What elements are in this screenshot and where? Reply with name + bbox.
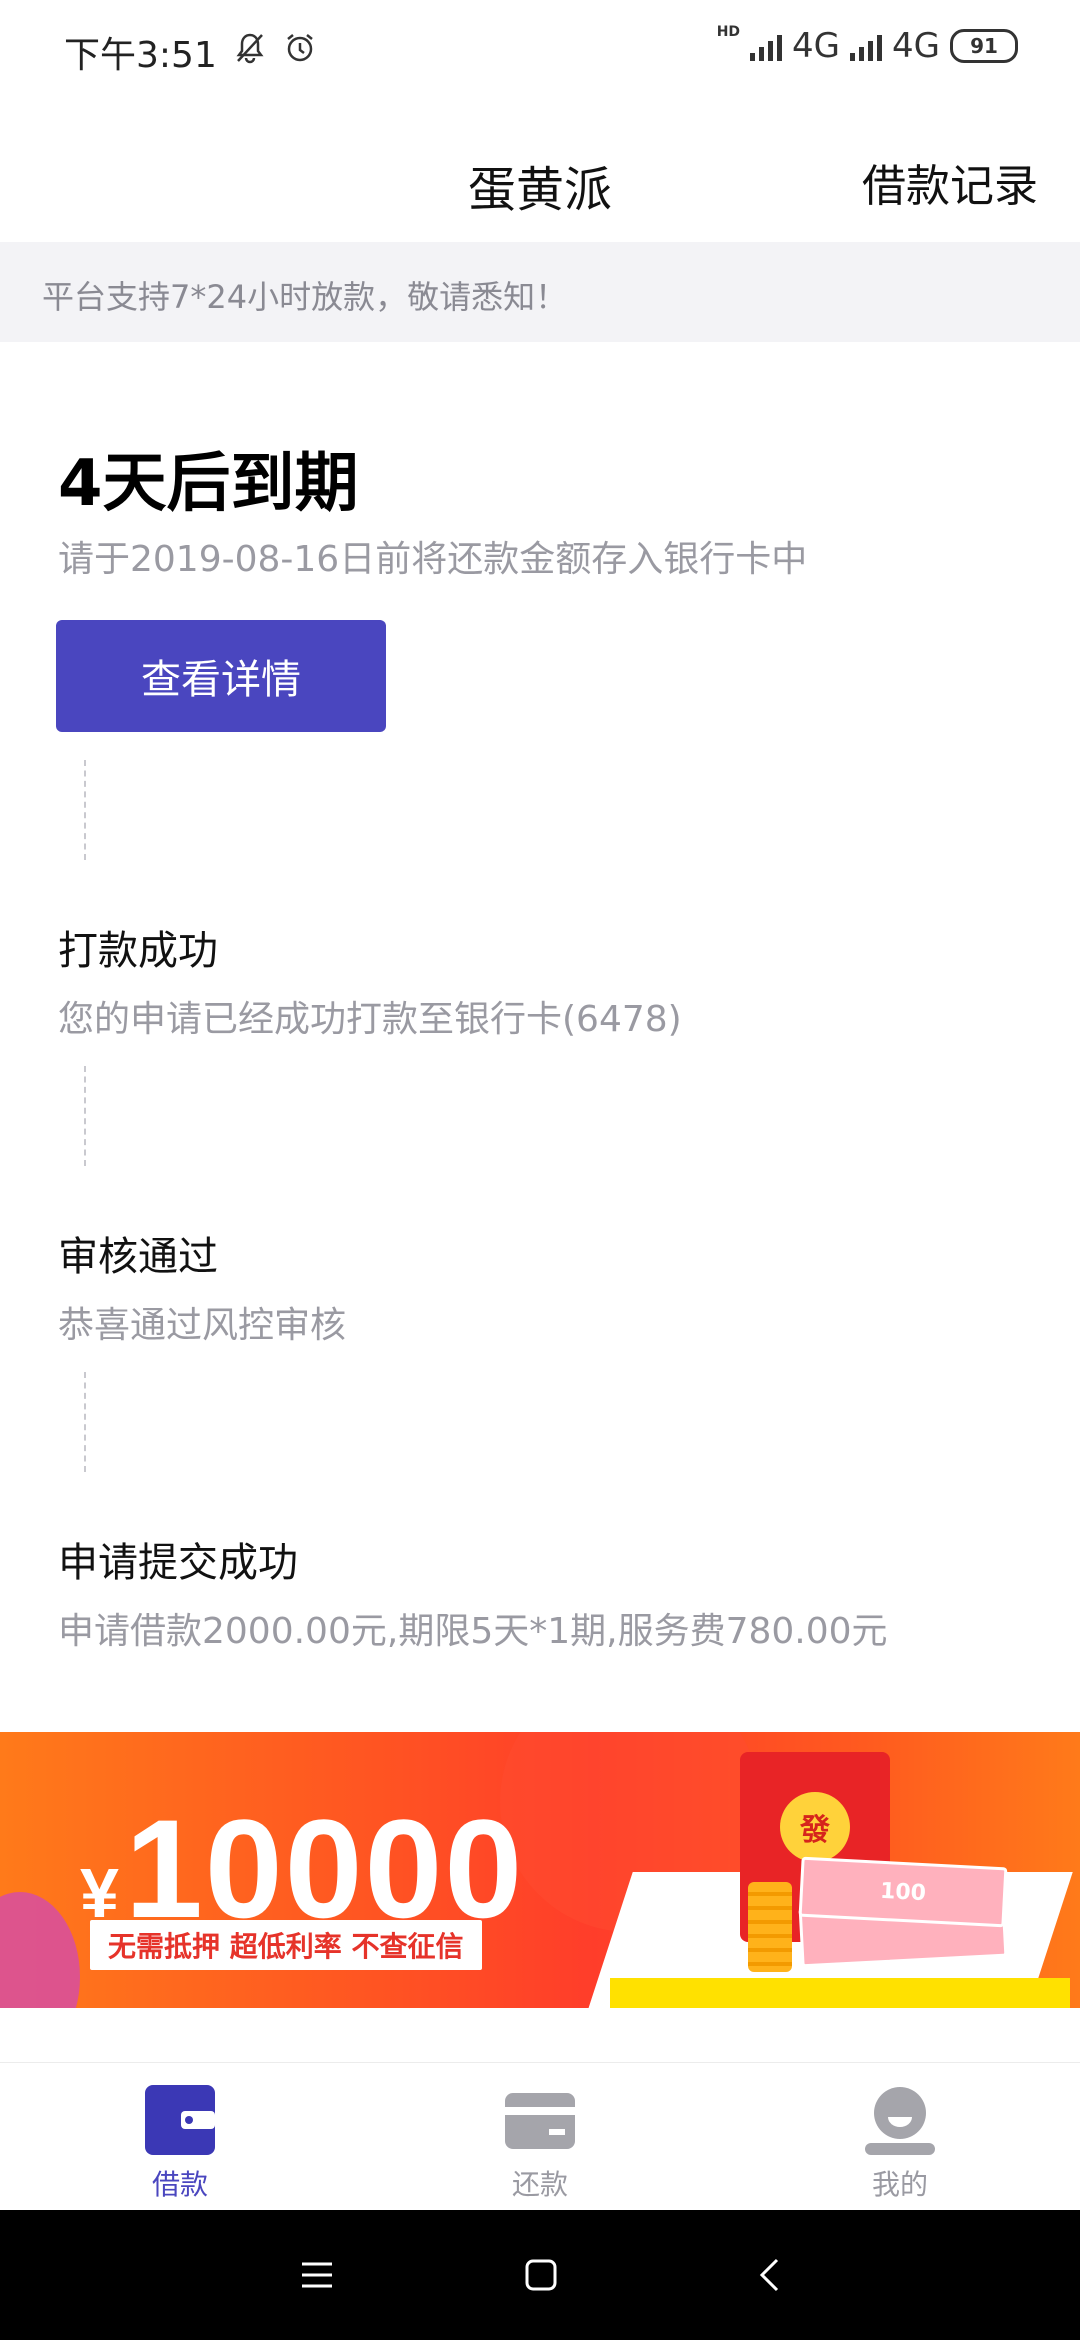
due-description: 请于2019-08-16日前将还款金额存入银行卡中 [58, 539, 808, 580]
due-title: 4天后到期 [58, 447, 359, 521]
banknote-icon: 100 [798, 1856, 1008, 1928]
hd-badge: HD [716, 24, 741, 40]
step-title: 审核通过 [58, 1234, 218, 1280]
banner-decoration [0, 1892, 80, 2008]
tab-borrow[interactable]: 借款 [110, 2083, 250, 2203]
battery-level: 91 [970, 34, 998, 58]
wallet-icon [143, 2083, 217, 2157]
promo-banner[interactable]: ¥ 10000 无需抵押 超低利率 不查征信 發 100 [0, 1732, 1080, 2008]
stage-base [610, 1978, 1070, 2008]
bill-value: 100 [879, 1878, 927, 1906]
status-time: 下午3:51 [64, 35, 217, 76]
network-type-2: 4G [892, 26, 940, 66]
menu-icon[interactable] [292, 2250, 342, 2300]
network-type-1: 4G [792, 26, 841, 66]
banner-tagline: 无需抵押 超低利率 不查征信 [90, 1920, 482, 1970]
step-title: 申请提交成功 [58, 1540, 298, 1586]
bottom-tab-bar: 借款 还款 我的 [0, 2062, 1080, 2211]
step-description: 申请借款2000.00元,期限5天*1期,服务费780.00元 [58, 1611, 888, 1652]
tab-label: 借款 [151, 2168, 208, 2201]
coins-icon [748, 1882, 792, 1972]
signal-icon [750, 31, 783, 61]
envelope-seal: 發 [780, 1792, 850, 1862]
tab-label: 还款 [511, 2168, 568, 2201]
step-description: 恭喜通过风控审核 [58, 1305, 347, 1346]
step-description: 您的申请已经成功打款至银行卡(6478) [58, 999, 682, 1040]
tab-label: 我的 [871, 2168, 928, 2201]
view-details-button[interactable]: 查看详情 [56, 620, 386, 732]
timeline-connector [84, 1066, 86, 1166]
notice-text: 平台支持7*24小时放款，敬请悉知！ [42, 278, 568, 316]
tab-repay[interactable]: 还款 [470, 2083, 610, 2203]
back-icon[interactable] [744, 2250, 794, 2300]
step-title: 打款成功 [58, 928, 218, 974]
alarm-icon [283, 31, 317, 74]
notice-bar: 平台支持7*24小时放款，敬请悉知！ [0, 242, 1080, 342]
card-icon [503, 2083, 577, 2157]
timeline-connector [84, 760, 86, 860]
battery-icon: 91 [950, 29, 1018, 63]
status-left: 下午3:51 [64, 26, 317, 78]
mute-bell-icon [233, 31, 267, 74]
home-icon[interactable] [516, 2250, 566, 2300]
loan-history-link[interactable]: 借款记录 [862, 150, 1038, 214]
status-bar: 下午3:51 HD 4G 4G 91 [0, 0, 1080, 100]
system-nav-bar [0, 2210, 1080, 2340]
timeline-connector [84, 1372, 86, 1472]
status-right: HD 4G 4G 91 [716, 24, 1018, 66]
signal-icon [850, 31, 883, 61]
tab-mine[interactable]: 我的 [830, 2083, 970, 2203]
user-icon [863, 2083, 937, 2157]
